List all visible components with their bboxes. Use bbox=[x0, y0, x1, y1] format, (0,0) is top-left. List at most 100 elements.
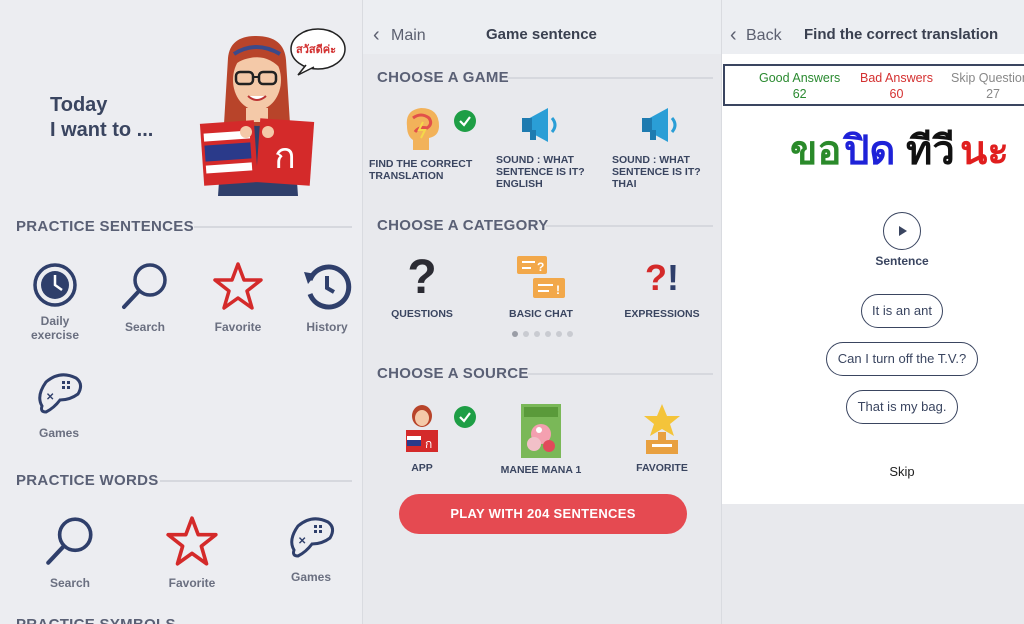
history-tile[interactable]: History bbox=[287, 260, 362, 334]
category-label: BASIC CHAT bbox=[509, 308, 573, 320]
practice-symbols-title: PRACTICE SYMBOLS bbox=[16, 616, 176, 624]
star-icon bbox=[213, 262, 263, 310]
source-label: MANEE MANA 1 bbox=[500, 464, 582, 476]
home-screen: Today I want to ... ก สวัสดีค่ะ PRACTICE… bbox=[0, 0, 362, 624]
search-words-tile[interactable]: Search bbox=[30, 514, 110, 590]
answer-option[interactable]: It is an ant bbox=[861, 294, 943, 328]
back-label: Main bbox=[391, 27, 426, 44]
bottom-area bbox=[722, 504, 1024, 624]
magnifier-icon bbox=[122, 263, 167, 309]
answer-option[interactable]: Can I turn off the T.V.? bbox=[826, 342, 978, 376]
svg-text:✕: ✕ bbox=[46, 392, 54, 403]
app-girl-icon: ก bbox=[406, 405, 438, 452]
svg-text:?: ? bbox=[537, 260, 544, 274]
thai-word: ทีวี bbox=[906, 128, 955, 174]
skip-button[interactable]: Skip bbox=[872, 464, 932, 479]
choose-category-title: CHOOSE A CATEGORY bbox=[377, 217, 549, 234]
star-icon bbox=[166, 516, 218, 566]
good-answers-value: 62 bbox=[792, 87, 807, 101]
clock-icon bbox=[33, 263, 77, 307]
games-label: Games bbox=[290, 570, 332, 584]
score-panel: Good Answers 62 Bad Answers 60 Skip Ques… bbox=[723, 64, 1024, 106]
daily-exercise-tile[interactable]: Daily exercise bbox=[15, 262, 95, 342]
svg-text:✕: ✕ bbox=[298, 536, 306, 547]
bad-answers-label: Bad Answers bbox=[860, 71, 933, 85]
section-divider bbox=[508, 77, 713, 79]
game-option-sound-thai[interactable]: SOUND : WHAT SENTENCE IS IT? THAI bbox=[612, 104, 721, 190]
source-label: APP bbox=[411, 462, 433, 474]
thai-word: ปิด bbox=[844, 128, 896, 174]
section-divider bbox=[194, 226, 352, 228]
games-sentences-tile[interactable]: ✕ Games bbox=[19, 366, 99, 440]
search-sentences-tile[interactable]: Search bbox=[105, 260, 185, 334]
page-dot[interactable] bbox=[534, 331, 540, 337]
category-option-basic-chat[interactable]: ? ! BASIC CHAT bbox=[486, 254, 596, 320]
page-title: Game sentence bbox=[486, 26, 597, 43]
section-divider bbox=[528, 373, 713, 375]
skip-questions-score: Skip Questions 27 bbox=[951, 70, 1024, 102]
source-option-manee-mana[interactable]: MANEE MANA 1 bbox=[486, 404, 596, 476]
category-option-expressions[interactable]: ?! EXPRESSIONS bbox=[607, 254, 717, 320]
question-icon: ? bbox=[407, 251, 437, 304]
game-option-sound-english[interactable]: SOUND : WHAT SENTENCE IS IT? ENGLISH bbox=[496, 104, 606, 190]
game-option-label: FIND THE CORRECT TRANSLATION bbox=[369, 158, 473, 182]
trophy-star-icon bbox=[644, 404, 680, 454]
skip-questions-value: 27 bbox=[986, 87, 1000, 101]
chevron-left-icon: ‹ bbox=[373, 24, 380, 46]
category-label: EXPRESSIONS bbox=[624, 308, 700, 320]
source-option-favorite[interactable]: FAVORITE bbox=[607, 404, 717, 474]
play-sentence-button[interactable] bbox=[883, 212, 921, 250]
megaphone-icon bbox=[522, 108, 557, 142]
thai-word: นะ bbox=[960, 128, 1009, 174]
category-page-indicator[interactable] bbox=[512, 331, 573, 337]
favorite-label: Favorite bbox=[168, 576, 216, 590]
back-button[interactable]: ‹ Back bbox=[728, 24, 798, 48]
search-label: Search bbox=[124, 320, 166, 334]
bad-answers-value: 60 bbox=[889, 87, 904, 101]
exclamation-icon: ?! bbox=[645, 257, 679, 298]
svg-text:ก: ก bbox=[274, 136, 296, 177]
section-divider bbox=[160, 480, 352, 482]
translation-game-screen: ‹ Back Find the correct translation Good… bbox=[721, 0, 1024, 624]
back-button[interactable]: ‹ Main bbox=[369, 24, 439, 48]
games-label: Games bbox=[38, 426, 80, 440]
check-icon bbox=[454, 406, 476, 428]
daily-exercise-label: Daily exercise bbox=[30, 314, 80, 342]
speech-text: สวัสดีค่ะ bbox=[296, 44, 337, 56]
play-button[interactable]: PLAY WITH 204 SENTENCES bbox=[399, 494, 687, 534]
game-option-label: SOUND : WHAT SENTENCE IS IT? THAI bbox=[612, 154, 701, 190]
source-label: FAVORITE bbox=[636, 462, 688, 474]
book-cover-icon bbox=[521, 404, 561, 458]
category-option-questions[interactable]: ? QUESTIONS bbox=[367, 251, 477, 321]
page-dot[interactable] bbox=[545, 331, 551, 337]
chat-bubbles-icon: ? ! bbox=[517, 256, 565, 298]
svg-text:!: ! bbox=[556, 283, 560, 297]
good-answers-label: Good Answers bbox=[759, 71, 841, 85]
gamepad-icon: ✕ bbox=[290, 517, 335, 558]
page-dot[interactable] bbox=[567, 331, 573, 337]
hero-text: Today I want to ... bbox=[50, 93, 153, 143]
page-dot[interactable] bbox=[512, 331, 518, 337]
section-divider bbox=[546, 225, 713, 227]
favorite-words-tile[interactable]: Favorite bbox=[152, 514, 232, 590]
history-icon bbox=[304, 264, 352, 310]
sentence-label: Sentence bbox=[875, 254, 929, 268]
thai-word: ขอ bbox=[790, 128, 842, 174]
choose-game-title: CHOOSE A GAME bbox=[377, 69, 509, 86]
answer-option[interactable]: That is my bag. bbox=[846, 390, 958, 424]
choose-source-title: CHOOSE A SOURCE bbox=[377, 365, 529, 382]
game-sentence-screen: ‹ Main Game sentence CHOOSE A GAME FIND … bbox=[362, 0, 721, 624]
brain-icon bbox=[406, 108, 439, 150]
megaphone-icon bbox=[642, 108, 677, 142]
page-dot[interactable] bbox=[523, 331, 529, 337]
play-icon bbox=[899, 226, 907, 236]
favorite-sentences-tile[interactable]: Favorite bbox=[198, 260, 278, 334]
back-label: Back bbox=[746, 27, 782, 44]
good-answers-score: Good Answers 62 bbox=[759, 70, 840, 102]
practice-sentences-title: PRACTICE SENTENCES bbox=[16, 218, 194, 235]
chevron-left-icon: ‹ bbox=[730, 24, 737, 46]
page-dot[interactable] bbox=[556, 331, 562, 337]
category-label: QUESTIONS bbox=[391, 308, 453, 320]
history-label: History bbox=[306, 320, 348, 334]
games-words-tile[interactable]: ✕ Games bbox=[271, 510, 351, 584]
